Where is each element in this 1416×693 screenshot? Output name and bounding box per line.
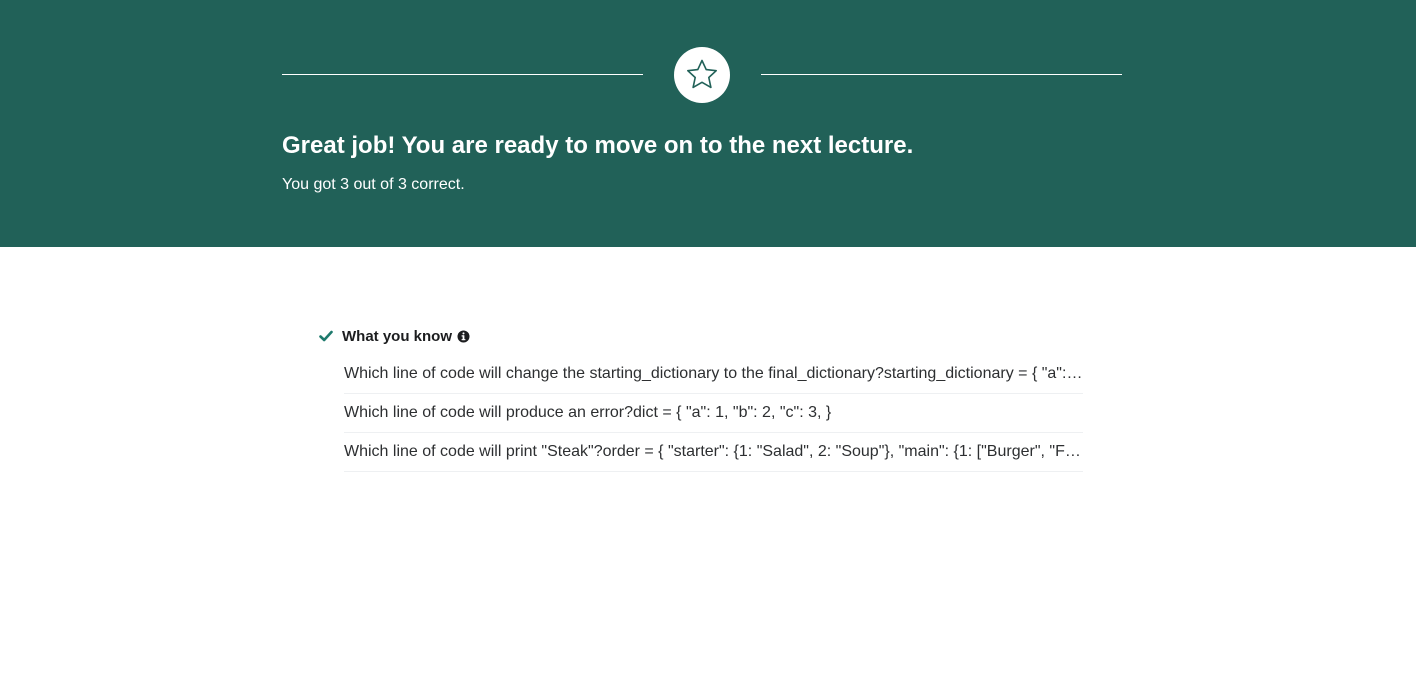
score-text: You got 3 out of 3 correct.	[282, 176, 465, 193]
question-text: Which line of code will print "Steak"?or…	[344, 443, 1083, 460]
section-title: What you know	[342, 327, 452, 345]
results-headline: Great job! You are ready to move on to t…	[282, 132, 914, 159]
star-badge	[674, 47, 730, 103]
question-item[interactable]: Which line of code will change the start…	[344, 355, 1083, 394]
question-item[interactable]: Which line of code will print "Steak"?or…	[344, 433, 1083, 472]
question-list: Which line of code will change the start…	[344, 355, 1083, 472]
info-icon[interactable]	[457, 330, 470, 343]
question-item[interactable]: Which line of code will produce an error…	[344, 394, 1083, 433]
checkmark-icon	[319, 329, 333, 343]
divider-left	[282, 74, 643, 75]
question-text: Which line of code will produce an error…	[344, 404, 832, 421]
results-banner: Great job! You are ready to move on to t…	[0, 0, 1416, 247]
what-you-know-header: What you know	[319, 326, 470, 346]
star-icon	[687, 59, 717, 89]
question-text: Which line of code will change the start…	[344, 365, 1083, 382]
divider-right	[761, 74, 1122, 75]
